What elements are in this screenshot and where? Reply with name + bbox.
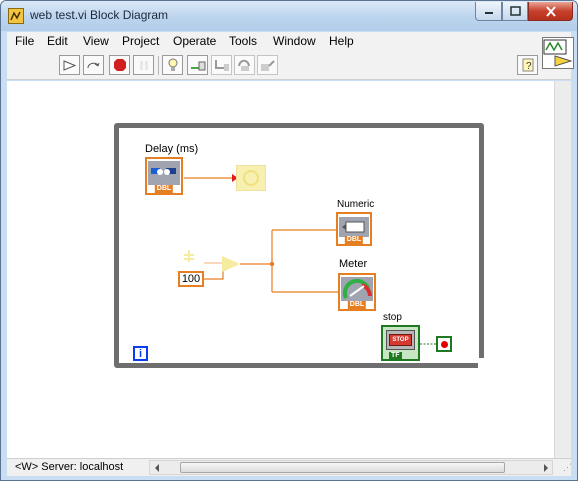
numeric-display-icon xyxy=(339,217,369,237)
stop-button-graphic: STOP xyxy=(386,330,415,350)
loop-condition-terminal[interactable] xyxy=(436,336,452,352)
stop-label: stop xyxy=(383,312,402,323)
knob-control-icon xyxy=(148,161,180,185)
meter-indicator-terminal[interactable]: DBL xyxy=(338,273,376,311)
numeric-constant[interactable]: 100 xyxy=(178,271,204,287)
stop-button-terminal[interactable]: STOP TF xyxy=(381,325,420,361)
stop-button-face: STOP xyxy=(389,334,412,346)
iteration-terminal[interactable]: i xyxy=(133,346,148,361)
delay-control-terminal[interactable]: DBL xyxy=(145,157,183,195)
dbl-badge: DBL xyxy=(154,185,174,193)
delay-label: Delay (ms) xyxy=(145,143,199,155)
meter-label: Meter xyxy=(339,258,368,270)
numeric-label: Numeric xyxy=(337,199,375,210)
dbl-badge: DBL xyxy=(344,236,364,244)
numeric-indicator-terminal[interactable]: DBL xyxy=(336,212,372,246)
meter-gauge-icon xyxy=(341,277,373,301)
dbl-badge: DBL xyxy=(347,301,367,309)
wait-ms-function[interactable] xyxy=(236,165,266,191)
stop-if-true-icon xyxy=(441,341,448,348)
loop-corner-gap xyxy=(478,358,488,368)
tf-badge: TF xyxy=(389,352,402,360)
wait-clock-icon xyxy=(243,170,259,186)
